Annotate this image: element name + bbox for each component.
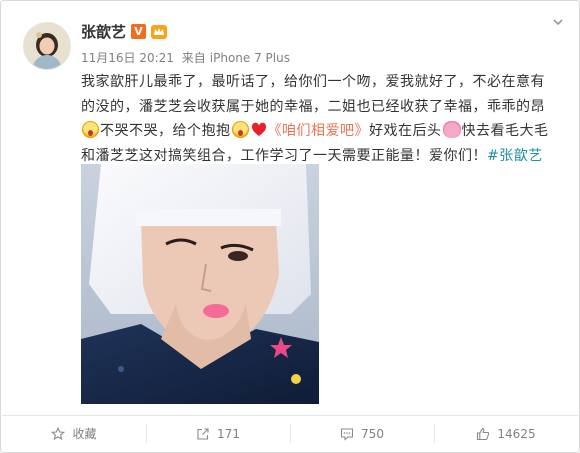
like-icon — [477, 427, 490, 440]
comment-button[interactable]: 750 — [290, 416, 434, 451]
drama-link[interactable]: 《咱们相爱吧》 — [268, 123, 370, 139]
chevron-down-icon[interactable] — [551, 15, 565, 29]
post-photo[interactable] — [81, 164, 319, 404]
post-time[interactable]: 11月16日 20:21 — [81, 51, 174, 65]
pig-emoji-icon — [442, 121, 461, 138]
weibo-post-card: 张歆艺 V 11月16日 20:21 来自 iPhone 7 Plus 我家歆肝儿… — [0, 0, 580, 453]
verified-badge-icon: V — [131, 24, 147, 39]
favorite-button[interactable]: 收藏 — [2, 416, 146, 451]
avatar[interactable] — [23, 22, 71, 70]
post-author: 张歆艺 V — [81, 21, 168, 42]
favorite-label: 收藏 — [72, 427, 97, 441]
post-text-part2: 不哭不哭，给个抱抱 — [100, 123, 231, 139]
source-label: 来自 — [181, 51, 206, 65]
vip-crown-icon — [151, 24, 168, 39]
post-text-part1: 我家歆肝儿最乖了，最听话了，给你们一个吻，爱我就好了，不必在意有的没的，潘芝芝会… — [81, 74, 545, 115]
comment-icon — [340, 427, 354, 441]
heart-emoji-icon — [251, 122, 266, 136]
forward-count: 171 — [217, 426, 240, 441]
source-device: iPhone 7 Plus — [209, 51, 290, 65]
post-text-part3: 好戏在后头 — [369, 123, 442, 139]
scream-emoji-icon — [231, 121, 249, 138]
comment-count: 750 — [361, 426, 384, 441]
post-actions-bar: 收藏 171 750 14625 — [2, 416, 578, 451]
like-count: 14625 — [497, 426, 536, 441]
forward-button[interactable]: 171 — [146, 416, 290, 451]
like-button[interactable]: 14625 — [434, 416, 578, 451]
author-name[interactable]: 张歆艺 — [81, 21, 126, 42]
star-icon — [51, 426, 66, 440]
scream-emoji-icon — [82, 121, 99, 138]
forward-icon — [197, 427, 209, 440]
post-meta: 11月16日 20:21 来自 iPhone 7 Plus — [81, 49, 294, 66]
